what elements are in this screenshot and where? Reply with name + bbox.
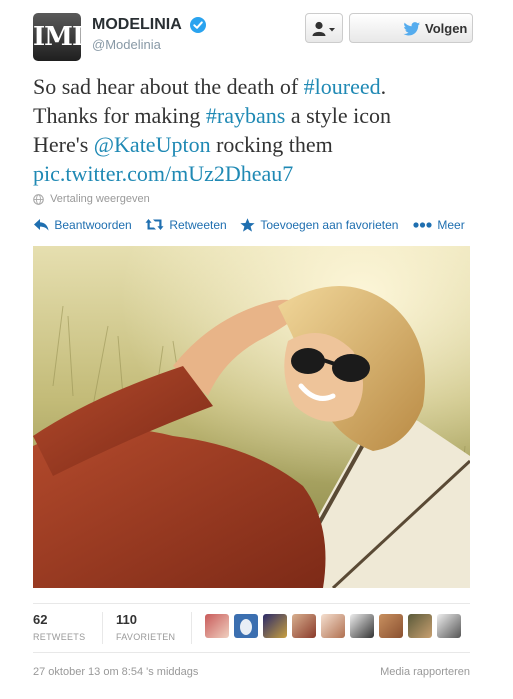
tweet-header: IMI MODELINIA @Modelinia Volgen — [33, 12, 473, 61]
tweet-text: So sad hear about the death of #loureed.… — [33, 72, 483, 188]
reply-label: Beantwoorden — [54, 217, 132, 232]
favoriter-avatar[interactable] — [292, 614, 316, 638]
follow-button-label: Volgen — [425, 21, 468, 36]
reply-icon — [34, 219, 49, 231]
divider — [33, 603, 470, 604]
user-icon — [312, 21, 335, 36]
favoriter-avatar[interactable] — [379, 614, 403, 638]
tweet-text-segment: Thanks for making — [33, 103, 206, 128]
verified-badge-icon — [190, 17, 207, 33]
tweet-text-segment: Here's — [33, 132, 94, 157]
tweet-timestamp: 27 oktober 13 om 8:54 's middags — [33, 666, 199, 678]
retweet-label: Retweeten — [169, 217, 227, 232]
user-fullname[interactable]: MODELINIA — [92, 16, 182, 34]
caret-down-icon — [329, 28, 335, 32]
pic-link[interactable]: pic.twitter.com/mUz2Dheau7 — [33, 161, 293, 186]
favorites-stat[interactable]: 110 FAVORIETEN — [116, 612, 175, 642]
more-label: Meer — [437, 217, 465, 232]
egg-icon — [240, 619, 252, 635]
retweet-action[interactable]: Retweeten — [145, 217, 227, 232]
favoriter-avatar[interactable] — [234, 614, 258, 638]
mention-kateupton-link[interactable]: @KateUpton — [94, 132, 211, 157]
show-translation-link[interactable]: Vertaling weergeven — [33, 193, 150, 205]
favorites-count: 110 — [116, 612, 137, 627]
favorite-action[interactable]: Toevoegen aan favorieten — [240, 217, 398, 232]
photo-illustration — [33, 246, 470, 588]
globe-icon — [33, 193, 44, 205]
show-translation-label: Vertaling weergeven — [50, 193, 150, 206]
favoriter-avatar[interactable] — [437, 614, 461, 638]
hashtag-loureed-link[interactable]: #loureed — [304, 74, 381, 99]
reply-action[interactable]: Beantwoorden — [33, 217, 132, 232]
stats-separator — [191, 612, 192, 644]
stats-separator — [102, 612, 103, 644]
report-media-link[interactable]: Media rapporteren — [380, 666, 470, 678]
retweet-icon — [145, 219, 164, 231]
tweet-text-segment: rocking them — [210, 132, 333, 157]
favorite-label: Toevoegen aan favorieten — [260, 217, 399, 232]
retweets-count: 62 — [33, 612, 48, 627]
star-icon — [240, 218, 255, 232]
more-action[interactable]: Meer — [413, 217, 465, 232]
follow-button[interactable]: Volgen — [349, 13, 473, 43]
tweet-text-segment: a style icon — [285, 103, 392, 128]
hashtag-raybans-link[interactable]: #raybans — [206, 103, 285, 128]
twitter-bird-icon — [403, 22, 421, 36]
tweet-line-3: Here's @KateUpton rocking them — [33, 130, 483, 159]
retweets-stat[interactable]: 62 RETWEETS — [33, 612, 85, 642]
favoriter-avatar[interactable] — [205, 614, 229, 638]
favoriter-avatar[interactable] — [321, 614, 345, 638]
favoriter-avatar[interactable] — [350, 614, 374, 638]
user-actions-dropdown[interactable] — [305, 13, 343, 43]
tweet-line-2: Thanks for making #raybans a style icon — [33, 101, 483, 130]
avatar[interactable]: IMI — [33, 13, 81, 61]
favoriter-avatar[interactable] — [408, 614, 432, 638]
more-dots-icon — [413, 222, 432, 228]
favorites-label: FAVORIETEN — [116, 632, 176, 642]
retweets-label: RETWEETS — [33, 632, 86, 642]
favoriter-avatar[interactable] — [263, 614, 287, 638]
tweet-text-segment: . — [380, 74, 387, 99]
tweet-line-4: pic.twitter.com/mUz2Dheau7 — [33, 159, 483, 188]
tweet-line-1: So sad hear about the death of #loureed. — [33, 72, 483, 101]
tweet-text-segment: So sad hear about the death of — [33, 74, 304, 99]
avatar-logo-text: IMI — [33, 22, 81, 52]
tweet-media-photo[interactable] — [33, 246, 470, 588]
user-name-block[interactable]: MODELINIA @Modelinia — [92, 16, 207, 52]
divider — [33, 652, 470, 653]
user-screenname[interactable]: @Modelinia — [92, 37, 206, 52]
